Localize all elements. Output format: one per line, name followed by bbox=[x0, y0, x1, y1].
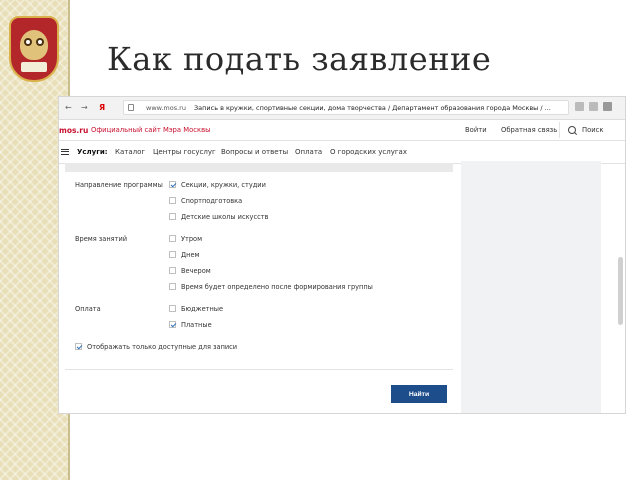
time-label: Время занятий bbox=[75, 235, 128, 243]
book-icon bbox=[21, 62, 47, 72]
url-domain: www.mos.ru bbox=[146, 104, 186, 112]
option-label: Платные bbox=[181, 321, 212, 329]
lock-icon bbox=[128, 104, 134, 111]
url-page-title: Запись в кружки, спортивные секции, дома… bbox=[194, 104, 551, 112]
nav-item-catalog[interactable]: Каталог bbox=[115, 148, 145, 156]
site-logo[interactable]: mos.ru bbox=[59, 126, 88, 135]
forward-arrow-icon[interactable]: → bbox=[81, 103, 88, 112]
find-button[interactable]: Найти bbox=[391, 385, 447, 403]
option-label: Детские школы искусств bbox=[181, 213, 269, 221]
option-label: Днем bbox=[181, 251, 200, 259]
search-button[interactable]: Поиск bbox=[559, 122, 622, 138]
divider bbox=[65, 369, 453, 370]
right-side-panel bbox=[461, 161, 601, 413]
search-icon bbox=[568, 126, 576, 134]
slide-title: Как подать заявление bbox=[107, 40, 492, 78]
nav-item-faq[interactable]: Вопросы и ответы bbox=[221, 148, 288, 156]
official-site-link[interactable]: Официальный сайт Мэра Москвы bbox=[91, 126, 210, 134]
hamburger-menu-icon[interactable] bbox=[61, 149, 69, 155]
checkbox-checked[interactable] bbox=[169, 321, 176, 328]
nav-item-payment[interactable]: Оплата bbox=[295, 148, 322, 156]
checkbox[interactable] bbox=[169, 197, 176, 204]
option-label: Вечером bbox=[181, 267, 211, 275]
nav-item-services[interactable]: Услуги: bbox=[77, 148, 108, 156]
option-label: Секции, кружки, студии bbox=[181, 181, 266, 189]
menu-icon[interactable] bbox=[603, 102, 612, 111]
form-top-band bbox=[65, 163, 453, 172]
nav-item-about-services[interactable]: О городских услугах bbox=[330, 148, 407, 156]
checkbox[interactable] bbox=[169, 235, 176, 242]
available-only-label: Отображать только доступные для записи bbox=[87, 343, 238, 351]
checkbox[interactable] bbox=[169, 267, 176, 274]
option-label: Бюджетные bbox=[181, 305, 224, 313]
bookmarks-icon[interactable] bbox=[575, 102, 584, 111]
checkbox[interactable] bbox=[169, 283, 176, 290]
option-label: Спортподготовка bbox=[181, 197, 243, 205]
downloads-icon[interactable] bbox=[589, 102, 598, 111]
checkbox[interactable] bbox=[169, 305, 176, 312]
owl-eye-left bbox=[24, 38, 32, 46]
owl-school-emblem-icon bbox=[9, 16, 59, 82]
checkbox-checked[interactable] bbox=[169, 181, 176, 188]
feedback-link[interactable]: Обратная связь bbox=[501, 126, 557, 134]
login-link[interactable]: Войти bbox=[465, 126, 487, 134]
payment-label: Оплата bbox=[75, 305, 101, 313]
filter-form: Направление программы Секции, кружки, ст… bbox=[59, 163, 461, 413]
owl-eye-right bbox=[36, 38, 44, 46]
browser-screenshot: ← → Я www.mos.ru Запись в кружки, спорти… bbox=[58, 96, 626, 414]
scrollbar[interactable] bbox=[618, 257, 623, 325]
checkbox[interactable] bbox=[169, 213, 176, 220]
option-label: Утром bbox=[181, 235, 203, 243]
checkbox-checked[interactable] bbox=[75, 343, 82, 350]
direction-label: Направление программы bbox=[75, 181, 163, 189]
option-label: Время будет определено после формировани… bbox=[181, 283, 373, 291]
back-arrow-icon[interactable]: ← bbox=[65, 103, 72, 112]
yandex-button[interactable]: Я bbox=[99, 103, 105, 112]
site-header: mos.ru Официальный сайт Мэра Москвы Войт… bbox=[59, 120, 625, 141]
checkbox[interactable] bbox=[169, 251, 176, 258]
search-label: Поиск bbox=[582, 126, 604, 134]
url-input[interactable]: www.mos.ru Запись в кружки, спортивные с… bbox=[123, 100, 569, 115]
owl-face bbox=[20, 30, 48, 60]
nav-item-centers[interactable]: Центры госуслуг bbox=[153, 148, 216, 156]
browser-address-bar: ← → Я www.mos.ru Запись в кружки, спорти… bbox=[59, 97, 625, 120]
